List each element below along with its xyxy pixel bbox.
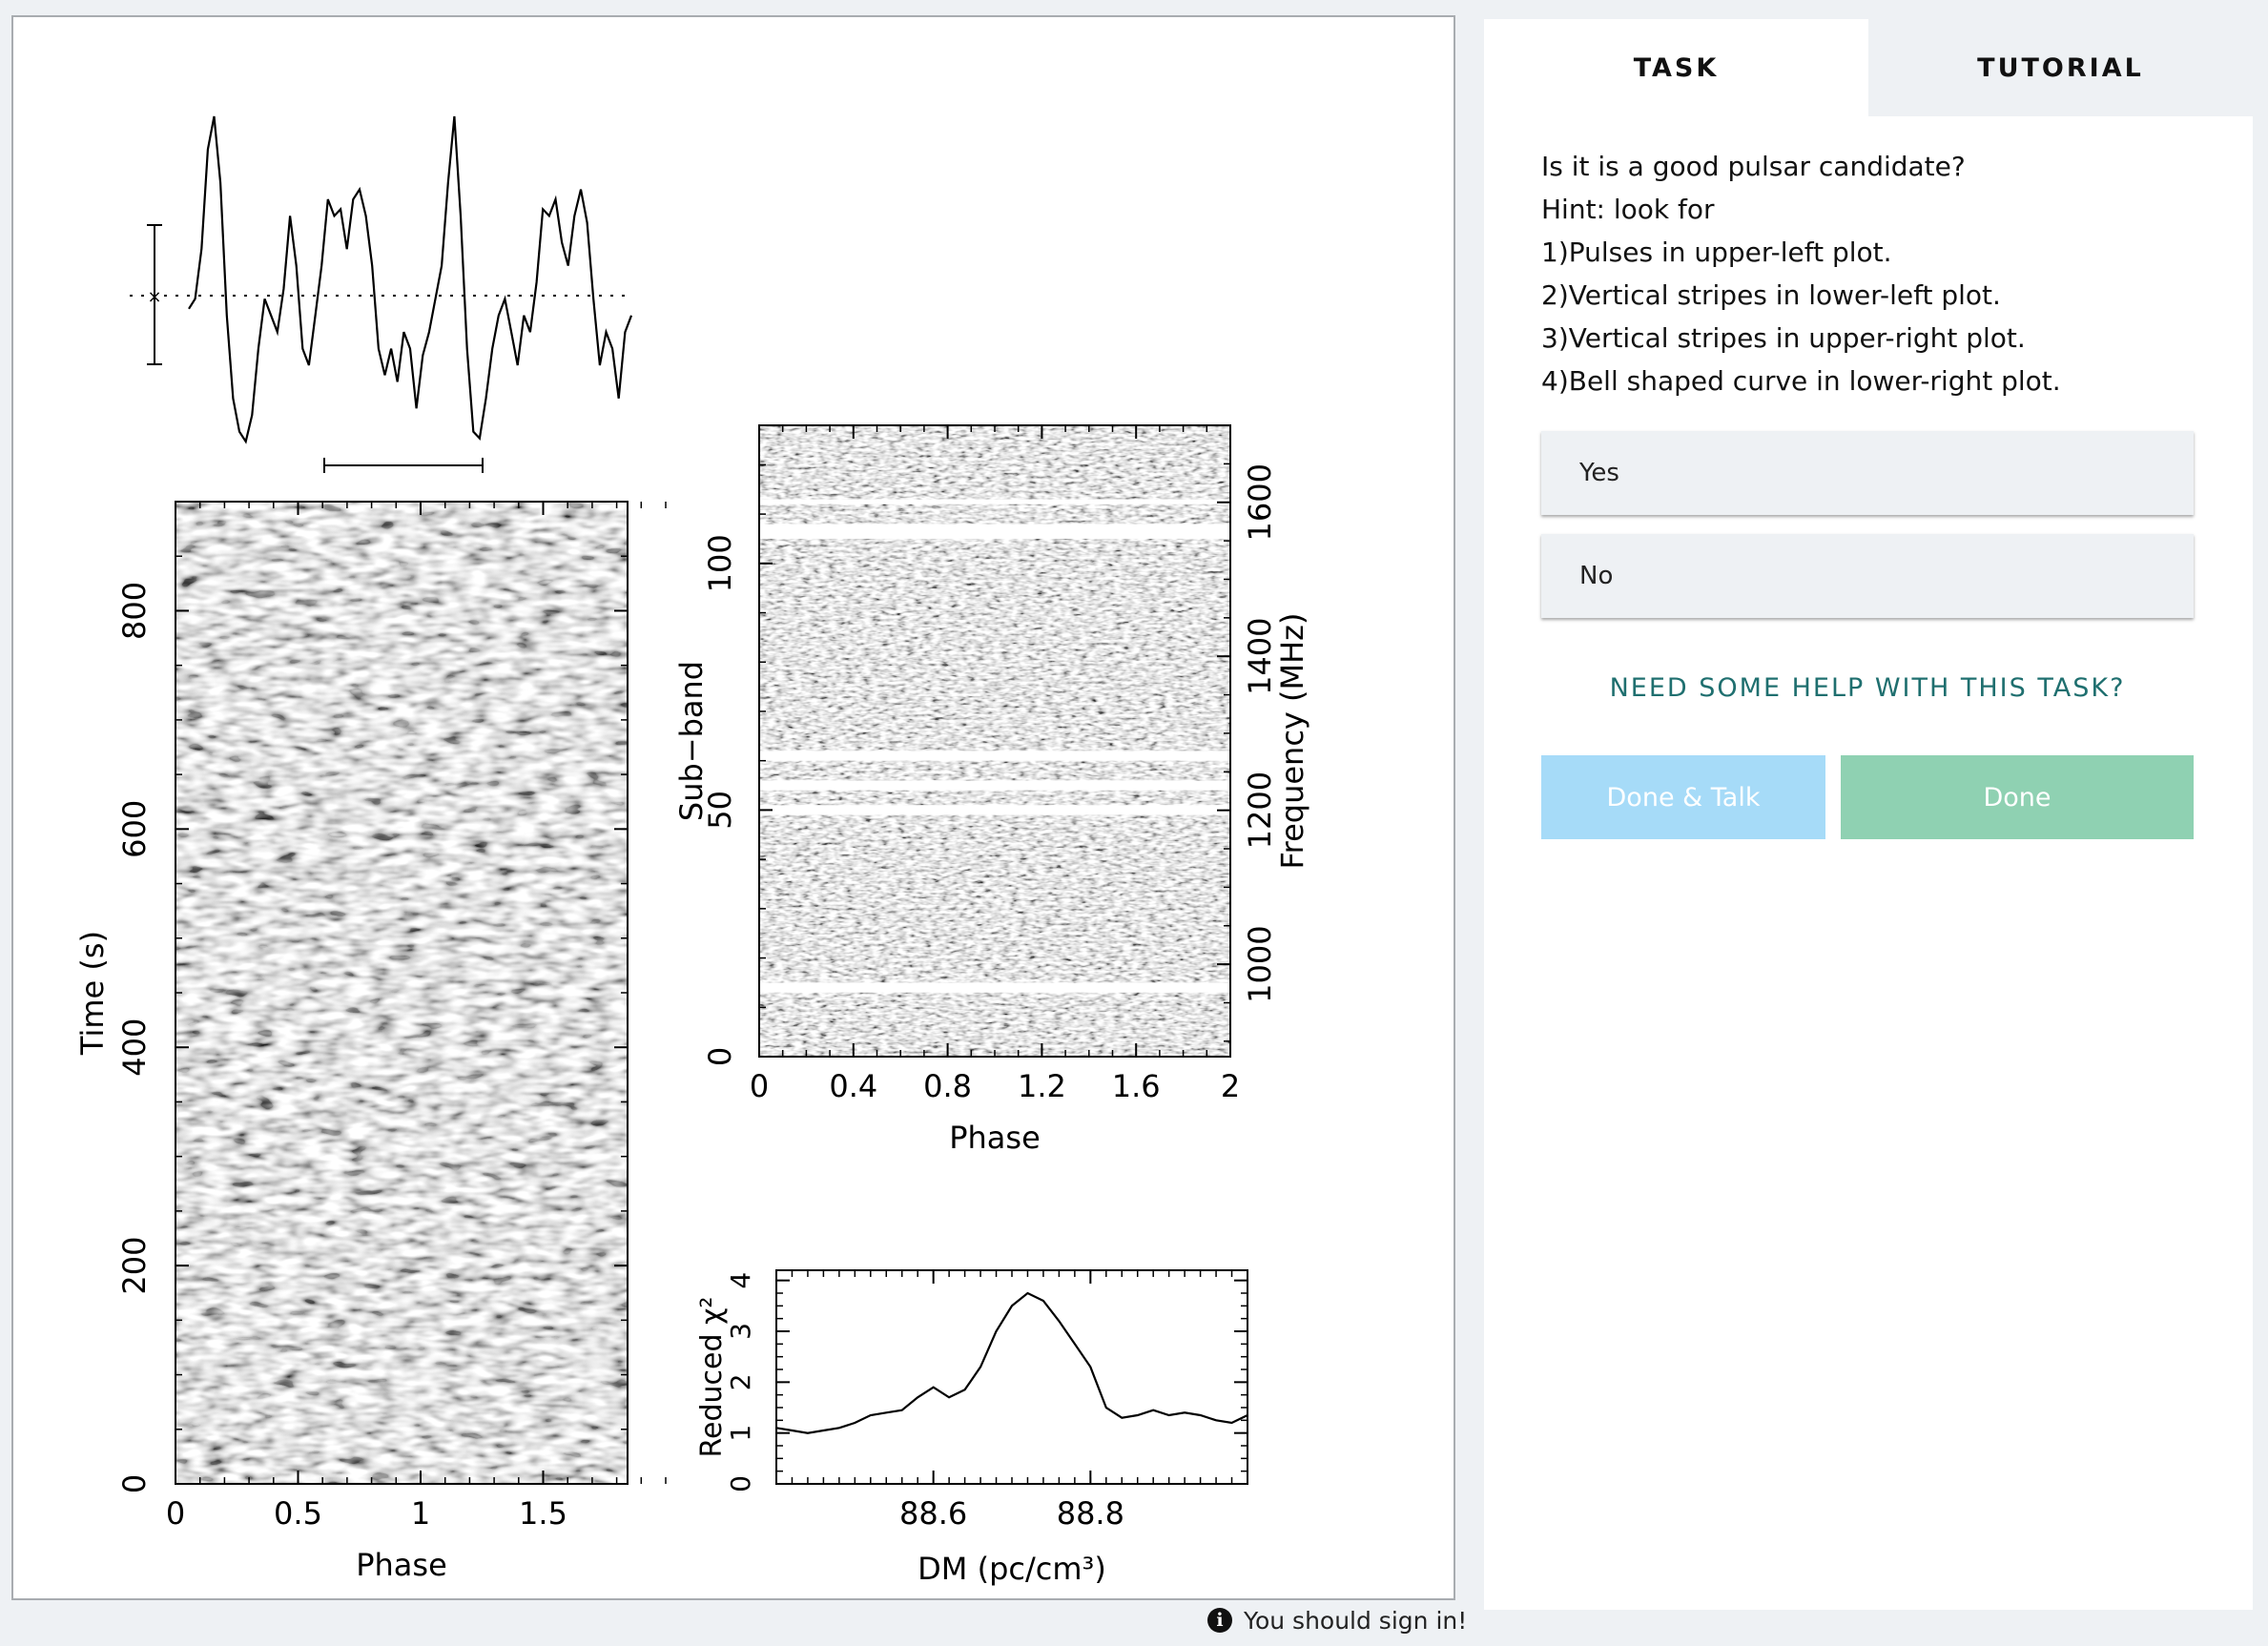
y-tick-label: 4 [725, 1272, 756, 1289]
question-line: 2)Vertical stripes in lower-left plot. [1541, 279, 2001, 311]
masked-subband [759, 499, 1230, 504]
y-tick-label: 600 [116, 800, 153, 858]
dm-ylabel: Reduced χ² [695, 1297, 729, 1458]
task-question: Is it is a good pulsar candidate? Hint: … [1541, 145, 2209, 402]
masked-subband [759, 751, 1230, 761]
phase-subband-ylabel: Sub−band [673, 661, 710, 821]
x-tick-label: 0 [750, 1068, 769, 1104]
y-tick-label: 0 [116, 1474, 153, 1493]
x-tick-label: 88.6 [899, 1495, 967, 1532]
answer-yes-button[interactable]: Yes [1541, 431, 2194, 515]
y2-tick-label: 1200 [1242, 772, 1278, 849]
question-line: Hint: look for [1541, 194, 1715, 225]
y-tick-label: 1 [725, 1425, 756, 1442]
x-tick-label: 1.6 [1112, 1068, 1161, 1104]
y-tick-label: 0 [702, 1047, 738, 1066]
tab-task[interactable]: TASK [1484, 19, 1868, 116]
phase-time-xlabel: Phase [356, 1547, 447, 1583]
phase-time-plot: 0 0.5 1 1.5 0 200 400 600 800 Phase Time (s) [74, 501, 667, 1583]
masked-subband [759, 524, 1230, 539]
x-tick-label: 1.5 [519, 1495, 567, 1532]
x-tick-label: 0.8 [923, 1068, 972, 1104]
question-line: 1)Pulses in upper-left plot. [1541, 237, 1892, 268]
dm-curve-plot: 88.6 88.8 0 1 2 3 4 DM (pc/cm³) Reduced χ² [695, 1269, 1248, 1587]
done-and-talk-button[interactable]: Done & Talk [1541, 755, 1825, 839]
phase-time-ylabel: Time (s) [74, 931, 111, 1056]
y-tick-label: 400 [116, 1018, 153, 1077]
help-link[interactable]: NEED SOME HELP WITH THIS TASK? [1541, 673, 2194, 703]
answer-no-button[interactable]: No [1541, 534, 2194, 618]
question-line: 3)Vertical stripes in upper-right plot. [1541, 322, 2026, 354]
x-tick-label: 88.8 [1057, 1495, 1124, 1532]
y-tick-label: 800 [116, 582, 153, 640]
y-tick-label: 0 [725, 1475, 756, 1492]
y-tick-label: 200 [116, 1237, 153, 1295]
x-tick-label: 2 [1221, 1068, 1240, 1104]
signin-notice[interactable]: i You should sign in! [1207, 1602, 1467, 1638]
x-tick-label: 0.4 [829, 1068, 877, 1104]
y2-tick-label: 1600 [1242, 463, 1278, 541]
phase-subband-y2label: Frequency (MHz) [1274, 613, 1310, 870]
dm-curve-line [775, 1291, 1248, 1434]
x-tick-label: 1.2 [1018, 1068, 1066, 1104]
pulse-profile-plot: × [130, 115, 633, 473]
y-tick-label: 2 [725, 1373, 756, 1390]
x-tick-label: 1 [411, 1495, 430, 1532]
y2-tick-label: 1400 [1242, 617, 1278, 694]
info-icon: i [1207, 1608, 1232, 1633]
phase-subband-xlabel: Phase [949, 1120, 1041, 1156]
profile-scalebar [323, 458, 484, 473]
subject-viewer: × 0 0.5 1 1.5 0 200 400 600 800 Phase Time (s) 0 [11, 15, 1455, 1600]
phase-subband-plot: 0 0.4 0.8 1.2 1.6 20501001000120014001600 Pha… [673, 424, 1310, 1156]
masked-subband [759, 982, 1230, 993]
tab-tutorial[interactable]: TUTORIAL [1868, 19, 2253, 116]
profile-errorbar: × [147, 224, 162, 365]
profile-line [188, 115, 633, 444]
x-tick-label: 0 [166, 1495, 185, 1532]
y-tick-label: 100 [702, 534, 738, 592]
y2-tick-label: 1000 [1242, 925, 1278, 1002]
phase-time-heatmap [175, 502, 628, 1484]
masked-subband [759, 780, 1230, 791]
question-line: 4)Bell shaped curve in lower-right plot. [1541, 365, 2061, 397]
question-line: Is it is a good pulsar candidate? [1541, 151, 1966, 182]
phase-subband-heatmap [759, 425, 1230, 1057]
task-panel: TASK TUTORIAL Is it is a good pulsar can… [1484, 19, 2253, 1610]
done-button[interactable]: Done [1841, 755, 2194, 839]
x-tick-label: 0.5 [274, 1495, 322, 1532]
y-tick-label: 3 [725, 1323, 756, 1340]
svg-text:×: × [147, 287, 161, 307]
panel-tabs: TASK TUTORIAL [1484, 19, 2253, 116]
dm-xlabel: DM (pc/cm³) [918, 1551, 1106, 1587]
masked-subband [759, 805, 1230, 815]
signin-text: You should sign in! [1244, 1606, 1468, 1635]
candidate-plot: × 0 0.5 1 1.50200400600800 Phase Time (s) 0 [74, 115, 1310, 1587]
